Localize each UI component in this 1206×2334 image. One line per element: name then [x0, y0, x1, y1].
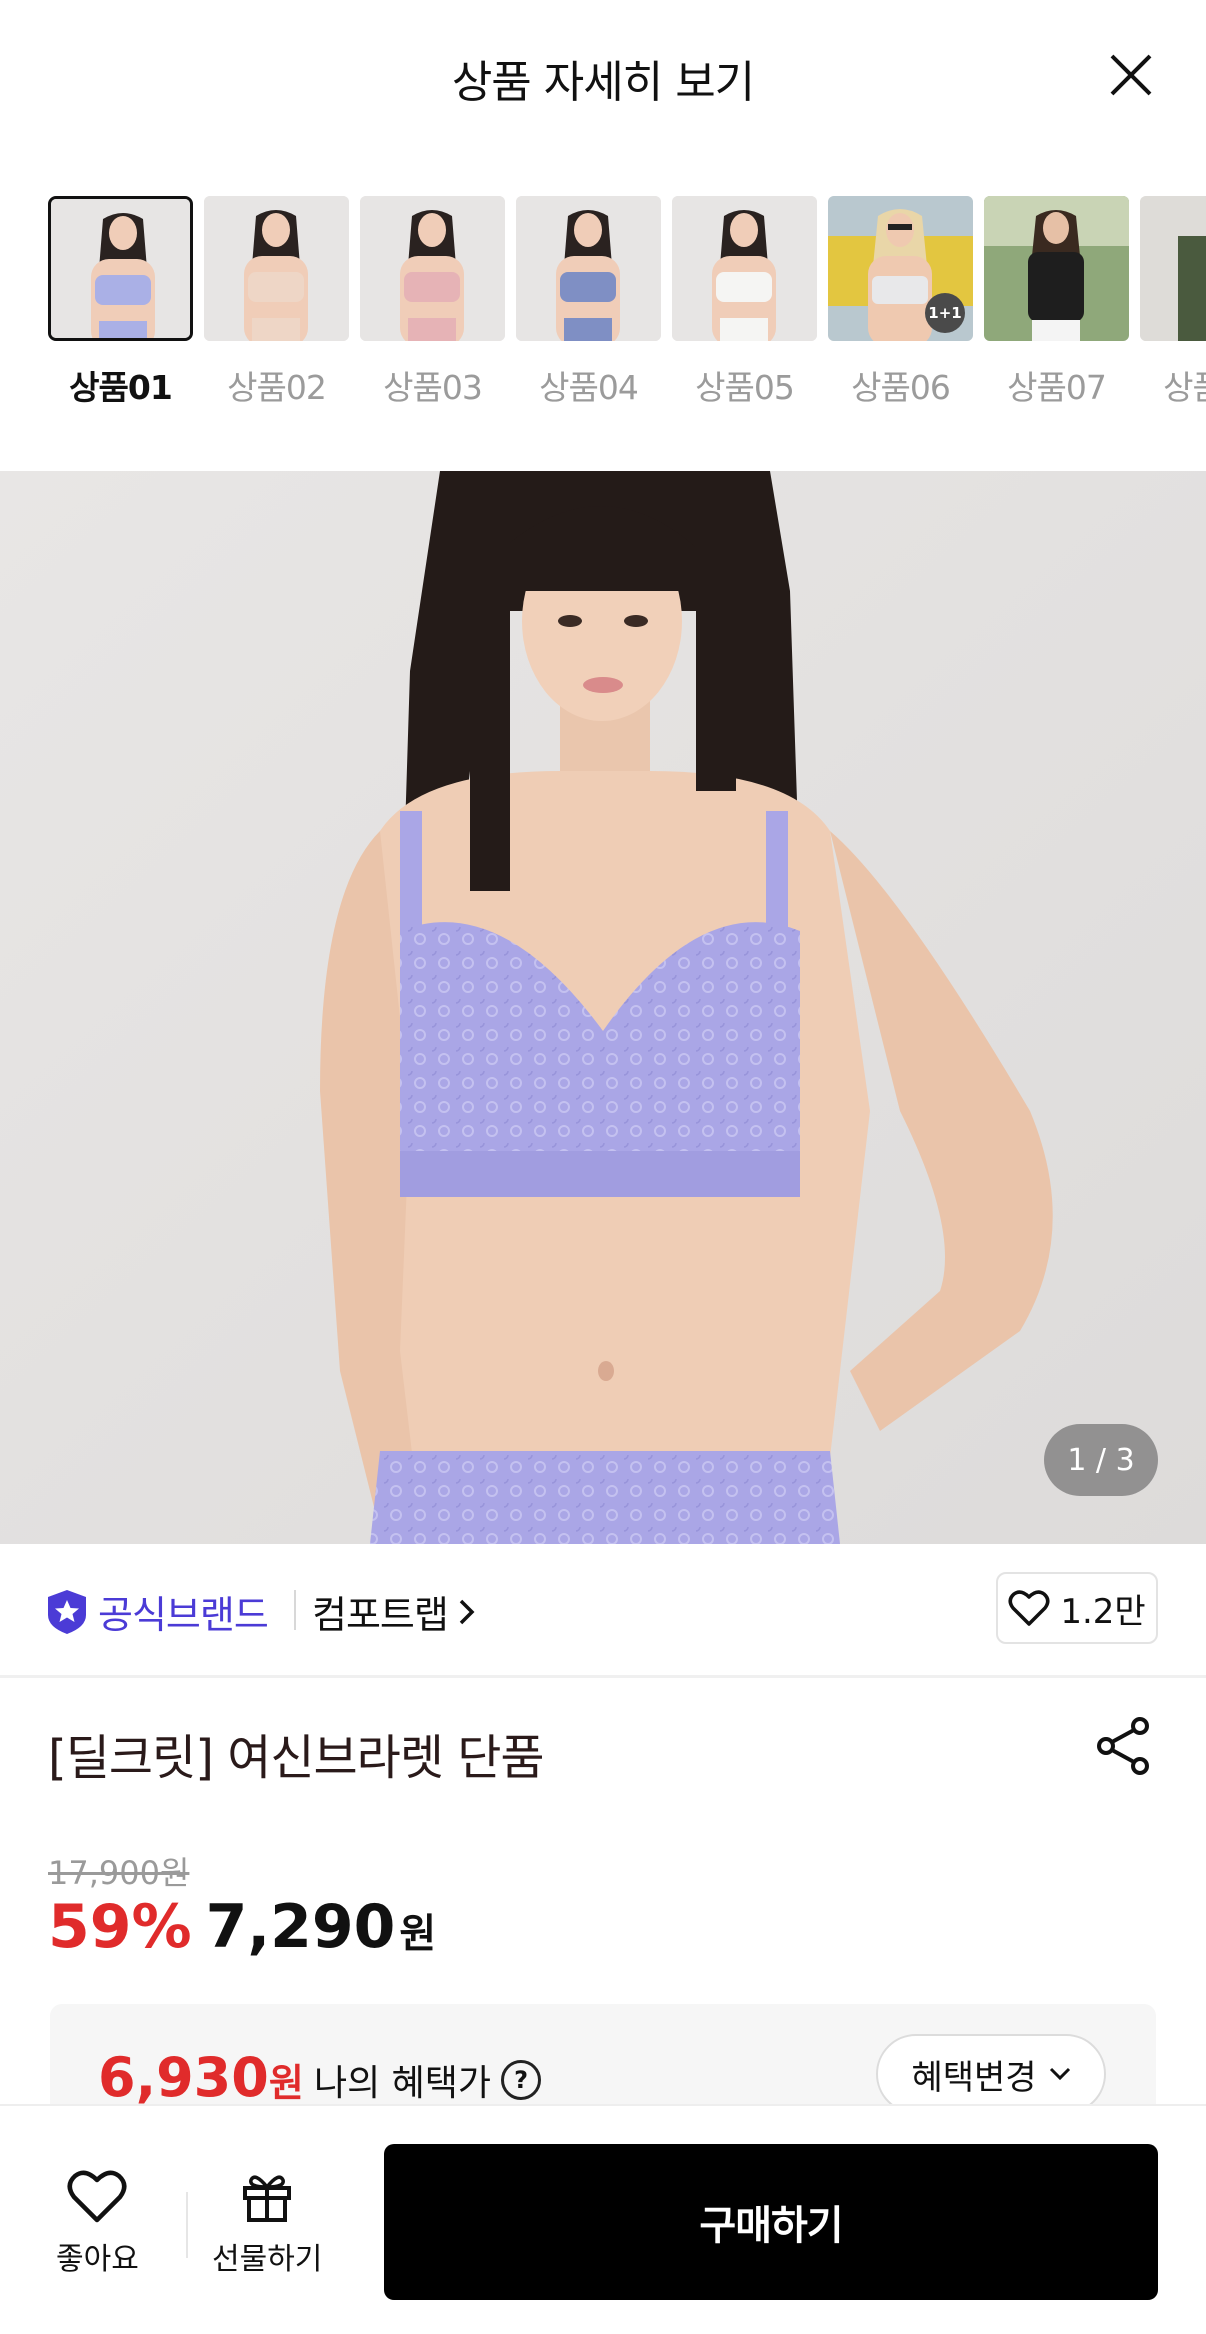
wishlist-count-button[interactable]: 1.2만 [996, 1572, 1158, 1644]
header: 상품 자세히 보기 [0, 0, 1206, 150]
brand-link[interactable]: 컴포트랩 [312, 1584, 476, 1639]
gift-icon [243, 2175, 292, 2222]
price-unit: 원 [399, 1911, 437, 1957]
chevron-down-icon [1049, 2067, 1070, 2081]
bottom-divider [186, 2192, 188, 2258]
promo-badge: 1+1 [925, 293, 965, 333]
brand-divider [294, 1590, 296, 1630]
thumbnail-label: 상품04 [539, 368, 639, 407]
page-title: 상품 자세히 보기 [451, 57, 755, 108]
product-title: [딜크릿] 여신브라렛 단품 [48, 1730, 545, 1786]
official-brand-label: 공식브랜드 [98, 1593, 269, 1637]
wishlist-count: 1.2만 [1060, 1591, 1146, 1632]
close-icon [1110, 54, 1152, 96]
model-photo [0, 471, 1206, 1544]
thumbnail-label: 상품06 [851, 368, 951, 407]
thumbnail-label: 상품03 [383, 368, 483, 407]
thumbnail-strip[interactable]: 상품01 상품02 상품03 상품04 상품05 1+1 상품06 상품07 상 [0, 196, 1206, 416]
benefit-change-button[interactable]: 혜택변경 [876, 2034, 1106, 2114]
help-icon[interactable]: ? [501, 2060, 542, 2100]
brand-row: 공식브랜드 컴포트랩 1.2만 [0, 1544, 1206, 1678]
thumbnail-image [672, 196, 817, 341]
discount-rate: 59% [48, 1892, 192, 1962]
thumbnail-label: 상품02 [227, 368, 327, 407]
like-button[interactable]: 좋아요 [56, 2168, 139, 2278]
thumbnail-image [516, 196, 661, 341]
official-brand-badge: 공식브랜드 [46, 1584, 269, 1639]
gift-label: 선물하기 [212, 2242, 323, 2277]
thumbnail-item[interactable]: 상품08 [1140, 196, 1206, 409]
thumbnail-image [984, 196, 1129, 341]
like-label: 좋아요 [56, 2242, 139, 2277]
heart-icon [1008, 1590, 1050, 1626]
bottom-action-bar: 좋아요 선물하기 구매하기 [0, 2104, 1206, 2334]
benefit-price-unit: 원 [268, 2061, 304, 2105]
thumbnail-item[interactable]: 상품02 [204, 196, 349, 409]
sale-price: 7,290 [205, 1892, 396, 1962]
chevron-right-icon [459, 1599, 475, 1624]
product-main-image[interactable] [0, 471, 1206, 1544]
thumbnail-image: 1+1 [828, 196, 973, 341]
buy-button[interactable]: 구매하기 [384, 2144, 1158, 2300]
thumbnail-label: 상품08 [1163, 368, 1206, 407]
thumbnail-image [360, 196, 505, 341]
thumbnail-image [48, 196, 193, 341]
benefit-label-group: 나의 혜택가 ? [314, 2054, 542, 2106]
thumbnail-item[interactable]: 상품01 [48, 196, 193, 409]
benefit-price: 6,930원 [98, 2046, 304, 2109]
thumbnail-item[interactable]: 상품03 [360, 196, 505, 409]
thumbnail-image [204, 196, 349, 341]
thumbnail-item[interactable]: 상품05 [672, 196, 817, 409]
thumbnail-label: 상품05 [695, 368, 795, 407]
thumbnail-item[interactable]: 상품07 [984, 196, 1129, 409]
image-counter: 1 / 3 [1044, 1424, 1158, 1496]
benefit-price-value: 6,930 [98, 2046, 269, 2109]
thumbnail-image [1140, 196, 1206, 341]
close-button[interactable] [1100, 44, 1162, 106]
thumbnail-label: 상품07 [1007, 368, 1107, 407]
gift-button[interactable]: 선물하기 [212, 2168, 322, 2278]
heart-icon [67, 2170, 127, 2223]
verified-star-icon [48, 1589, 86, 1634]
thumbnail-item[interactable]: 상품04 [516, 196, 661, 409]
brand-name: 컴포트랩 [312, 1593, 449, 1637]
benefit-change-label: 혜택변경 [911, 2057, 1037, 2098]
share-button[interactable] [1094, 1716, 1154, 1776]
share-icon [1097, 1717, 1149, 1775]
thumbnail-label: 상품01 [69, 368, 173, 407]
original-price: 17,900원 [48, 1854, 190, 1892]
price-row: 59% 7,290 원 [48, 1892, 436, 1962]
thumbnail-item[interactable]: 1+1 상품06 [828, 196, 973, 409]
benefit-label: 나의 혜택가 [314, 2063, 492, 2104]
